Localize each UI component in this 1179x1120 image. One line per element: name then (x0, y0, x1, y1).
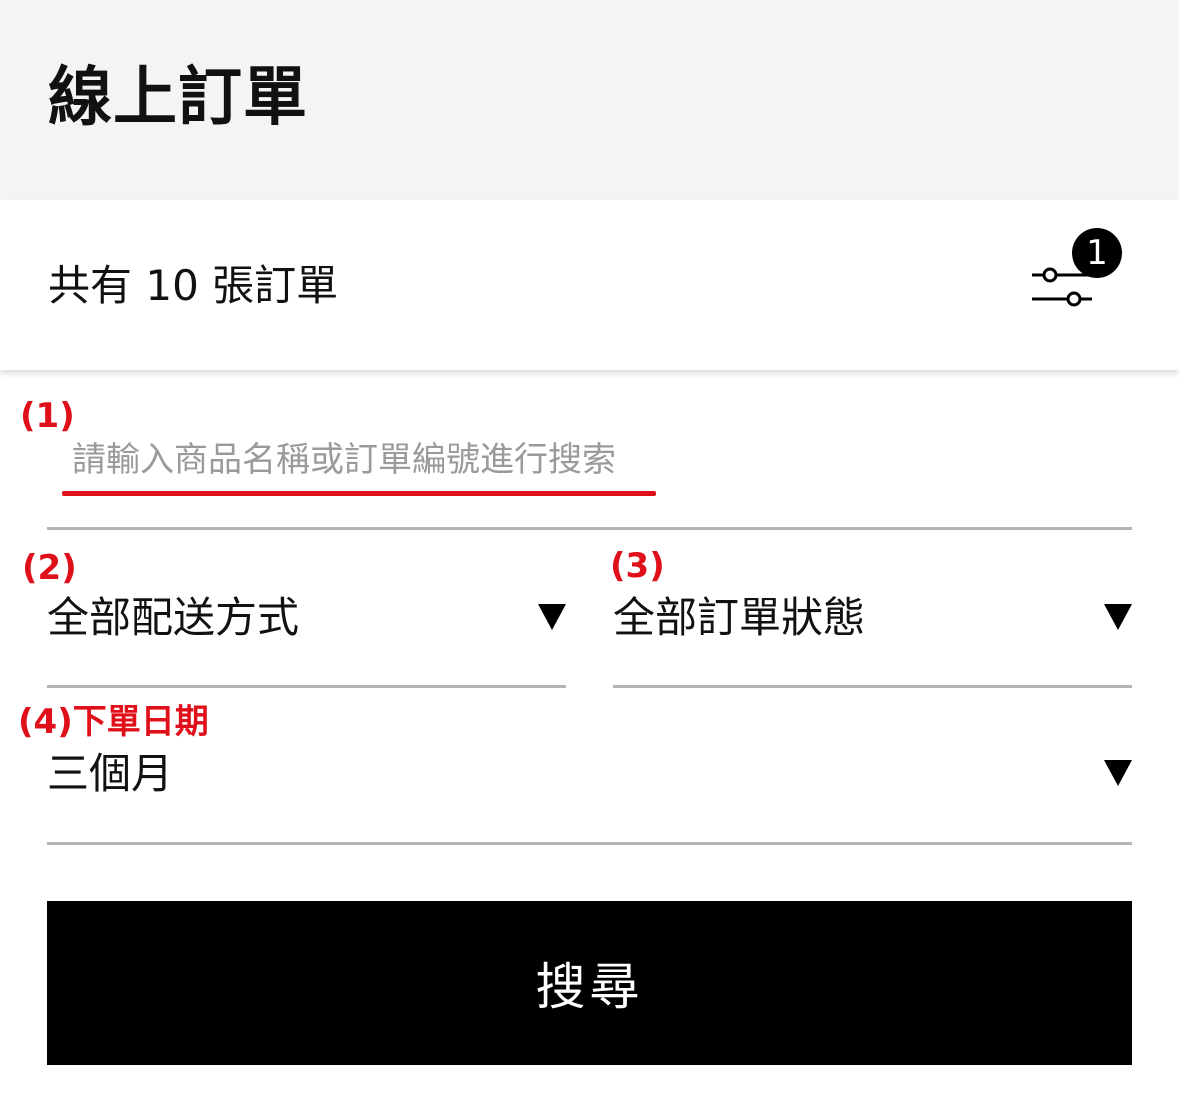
order-date-value: 三個月 (47, 749, 174, 798)
order-date-divider (47, 842, 1132, 845)
order-status-value: 全部訂單狀態 (613, 593, 866, 642)
search-input-divider (47, 527, 1132, 530)
caret-down-icon (1104, 760, 1132, 786)
delivery-method-value: 全部配送方式 (47, 593, 300, 642)
filter-count-badge: 1 (1072, 228, 1122, 278)
page-title: 線上訂單 (48, 61, 308, 135)
annotation-2: (2) (22, 548, 77, 588)
filter-button[interactable]: 1 (1026, 228, 1126, 318)
order-status-divider (613, 685, 1132, 688)
order-summary-bar: 共有 10 張訂單 1 (0, 200, 1179, 370)
search-input-highlight-underline (62, 491, 656, 496)
page-header: 線上訂單 (0, 0, 1179, 200)
order-count-text: 共有 10 張訂單 (48, 261, 339, 310)
search-input[interactable] (64, 428, 1124, 492)
caret-down-icon (538, 604, 566, 630)
delivery-method-select[interactable]: 全部配送方式 (47, 590, 566, 660)
annotation-3: (3) (610, 546, 665, 586)
annotation-4: (4)下單日期 (18, 702, 209, 742)
search-button[interactable]: 搜尋 (47, 901, 1132, 1065)
caret-down-icon (1104, 604, 1132, 630)
delivery-method-divider (47, 685, 566, 688)
order-status-select[interactable]: 全部訂單狀態 (613, 590, 1132, 660)
order-date-select[interactable]: 三個月 (47, 746, 1132, 816)
